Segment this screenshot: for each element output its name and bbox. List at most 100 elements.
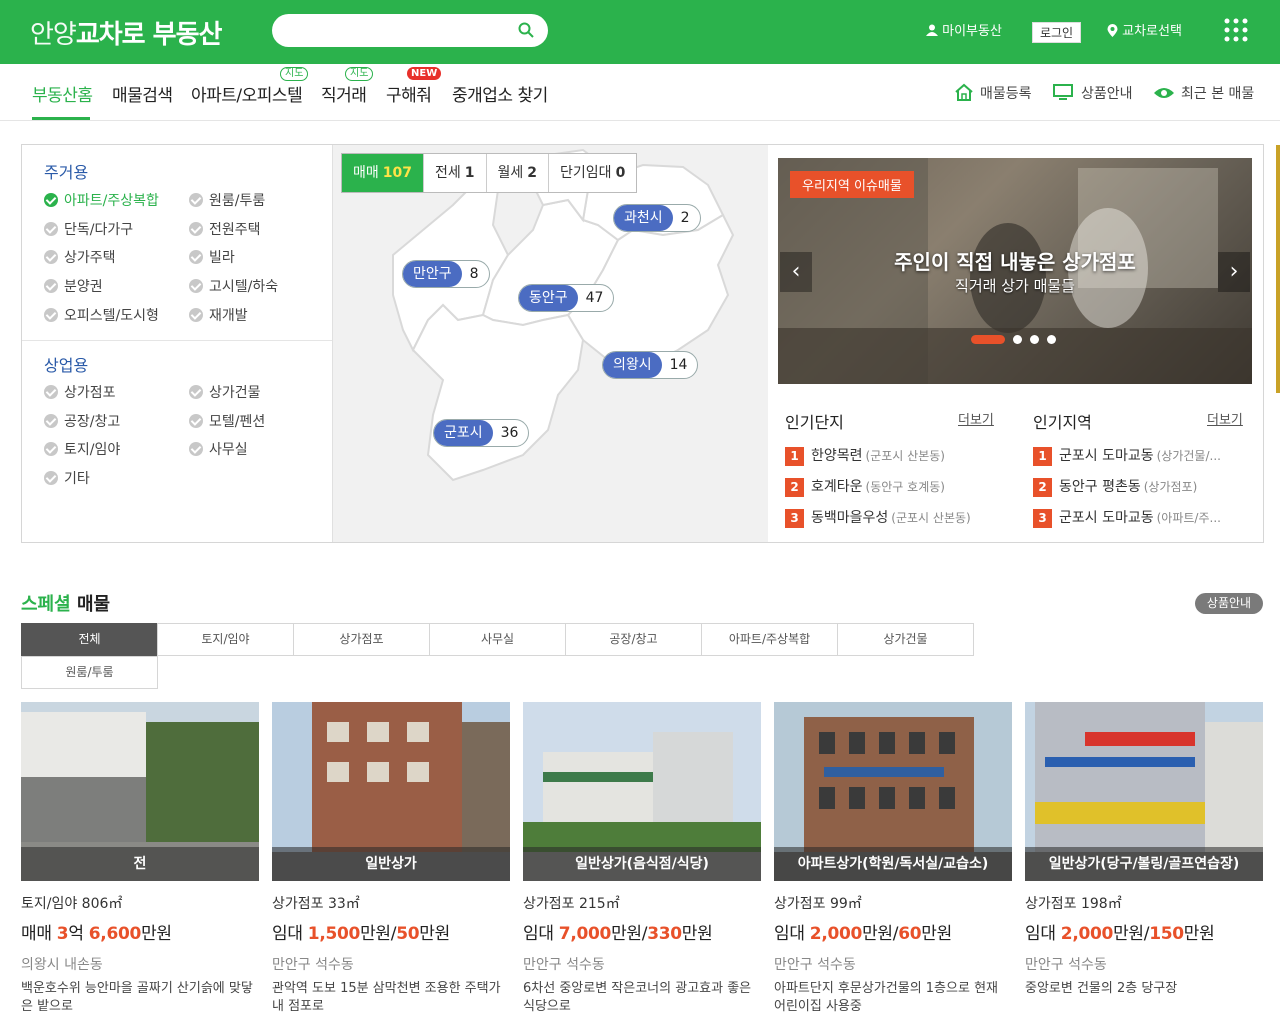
cat-label: 상가점포 [64,385,116,401]
all-menu-grid-icon[interactable] [1224,18,1248,42]
popular-region-title: 인기지역 [1033,413,1092,432]
filter-tab-factory[interactable]: 공장/창고 [565,623,702,656]
rank-number: 1 [785,447,804,466]
listing-photo[interactable]: 일반상가 [272,702,510,881]
cat-shop-house[interactable]: 상가주택 [44,247,116,267]
banner-dot[interactable] [971,335,1005,344]
cat-country-house[interactable]: 전원주택 [189,219,261,239]
cat-land[interactable]: 토지/임야 [44,439,120,459]
search-input[interactable] [272,14,548,47]
cat-redevelopment[interactable]: 재개발 [189,305,248,325]
filter-tab-oneroom[interactable]: 원룸/투룸 [21,656,158,689]
issue-banner[interactable]: 우리지역 이슈매물 주인이 직접 내놓은 상가점포 직거래 상가 매물들 ‹ › [778,158,1252,384]
listing-card[interactable]: 일반상가(당구/볼링/골프연습장) 상가점포 198㎡ 임대 2,000만원/1… [1025,702,1263,1016]
deal-tab-jeonse[interactable]: 전세 1 [424,154,487,192]
cat-presale[interactable]: 분양권 [44,276,103,296]
register-listing-link[interactable]: 매물등록 [954,83,1032,103]
cat-label: 분양권 [64,279,103,295]
cat-officetel[interactable]: 오피스텔/도시형 [44,305,159,325]
filter-tab-apartment[interactable]: 아파트/주상복합 [701,623,838,656]
region-select-link[interactable]: 교차로선택 [1107,20,1182,39]
nav-wanted[interactable]: 구해줘 [386,81,432,106]
listing-photo[interactable]: 일반상가(음식점/식당) [523,702,761,881]
product-info-link[interactable]: 상품안내 [1053,83,1133,103]
cat-store[interactable]: 상가점포 [44,382,116,402]
popular-complex-more[interactable]: 더보기 [958,409,994,428]
deal-tab-monthly[interactable]: 월세 2 [487,154,550,192]
region-pill-uiwang[interactable]: 의왕시 14 [602,351,699,379]
listing-description: 관악역 도보 15분 삼막천변 조용한 주택가내 점포로 [272,981,501,1014]
filter-tab-land[interactable]: 토지/임야 [157,623,294,656]
nav-agency-finder[interactable]: 중개업소 찾기 [452,81,548,106]
search-icon[interactable] [518,22,534,38]
banner-dot[interactable] [1030,335,1039,344]
listing-card[interactable]: 전 토지/임야 806㎡ 매매 3억 6,600만원 의왕시 내손동 백운호수위… [21,702,259,1016]
filter-tab-all[interactable]: 전체 [21,623,158,656]
deal-tab-label: 전세 [435,165,461,181]
listing-card[interactable]: 일반상가(음식점/식당) 상가점포 215㎡ 임대 7,000만원/330만원 … [523,702,761,1016]
cat-apartment[interactable]: 아파트/주상복합 [44,190,159,210]
cat-oneroom[interactable]: 원룸/투룸 [189,190,265,210]
recent-viewed-link[interactable]: 최근 본 매물 [1153,83,1254,103]
login-button[interactable]: 로그인 [1032,22,1081,43]
listing-photo[interactable]: 일반상가(당구/볼링/골프연습장) [1025,702,1263,881]
popular-region-more[interactable]: 더보기 [1207,409,1243,428]
listing-card[interactable]: 일반상가 상가점포 33㎡ 임대 1,500만원/50만원 만안구 석수동 관악… [272,702,510,1016]
deal-tab-count: 0 [615,165,626,181]
banner-dot[interactable] [1013,335,1022,344]
popular-complex-item[interactable]: 2 호계타운 (동안구 호계동) [785,476,995,497]
banner-next-arrow-icon[interactable]: › [1218,252,1250,292]
nav-home[interactable]: 부동산홈 [32,81,93,106]
cat-office[interactable]: 사무실 [189,439,248,459]
cat-commercial-building[interactable]: 상가건물 [189,382,261,402]
nav-direct-deal[interactable]: 직거래 [321,81,367,106]
my-realestate-link[interactable]: 마이부동산 [926,20,1002,39]
cat-goshitel[interactable]: 고시텔/하숙 [189,276,278,296]
region-pill-gwacheon[interactable]: 과천시 2 [613,204,701,232]
scrollbar-thumb[interactable] [1276,145,1280,393]
filter-tab-commercial-building[interactable]: 상가건물 [837,623,974,656]
cat-villa[interactable]: 빌라 [189,247,235,267]
rank-name: 한양목련 [811,448,863,464]
check-icon [44,250,58,264]
region-count: 14 [669,357,688,373]
nav-apartment[interactable]: 아파트/오피스텔 [191,81,303,106]
cat-detached[interactable]: 단독/다가구 [44,219,133,239]
region-map[interactable]: 매매 107 전세 1 월세 2 단기임대 0 과천시 2 만안구 8 동안구 47 의왕시 1… [333,145,768,542]
popular-complex-item[interactable]: 1 한양목련 (군포시 산본동) [785,445,995,466]
deal-tab-short-term[interactable]: 단기임대 0 [549,154,636,192]
popular-region-item[interactable]: 1 군포시 도마교동 (상가건물/... [1033,445,1243,466]
price-highlight: 2,000 [1060,924,1114,944]
cat-label: 토지/임야 [64,442,121,458]
nav-search[interactable]: 매물검색 [112,81,173,106]
listing-photo[interactable]: 아파트상가(학원/독서실/교습소) [774,702,1012,881]
logo-brand-text: 교차로 부동산 [75,20,223,50]
rank-name: 군포시 도마교동 [1059,448,1154,464]
cat-etc[interactable]: 기타 [44,468,90,488]
cat-factory[interactable]: 공장/창고 [44,411,120,431]
site-logo[interactable]: 안양교차로 부동산 [30,14,223,51]
region-map-shape [392,148,735,482]
rank-number: 3 [1033,509,1052,528]
popular-region-item[interactable]: 3 군포시 도마교동 (아파트/주... [1033,507,1243,528]
region-pill-dongan[interactable]: 동안구 47 [518,284,615,312]
product-info-label: 상품안내 [1081,86,1133,102]
region-pill-gunpo[interactable]: 군포시 36 [433,419,530,447]
rank-name: 호계타운 [811,479,863,495]
check-icon [44,308,58,322]
banner-dot[interactable] [1047,335,1056,344]
deal-tab-sale[interactable]: 매매 107 [342,154,424,192]
cat-motel[interactable]: 모텔/펜션 [189,411,265,431]
special-product-info-button[interactable]: 상품안내 [1195,593,1263,614]
filter-tab-office[interactable]: 사무실 [429,623,566,656]
check-icon [189,193,203,207]
listing-card[interactable]: 아파트상가(학원/독서실/교습소) 상가점포 99㎡ 임대 2,000만원/60… [774,702,1012,1016]
region-pill-manan[interactable]: 만안구 8 [402,260,490,288]
cat-label: 상가건물 [209,385,261,401]
banner-prev-arrow-icon[interactable]: ‹ [780,252,812,292]
rank-number: 2 [785,478,804,497]
listing-photo[interactable]: 전 [21,702,259,881]
popular-region-item[interactable]: 2 동안구 평촌동 (상가점포) [1033,476,1243,497]
filter-tab-store[interactable]: 상가점포 [293,623,430,656]
popular-complex-item[interactable]: 3 동백마을우성 (군포시 산본동) [785,507,995,528]
